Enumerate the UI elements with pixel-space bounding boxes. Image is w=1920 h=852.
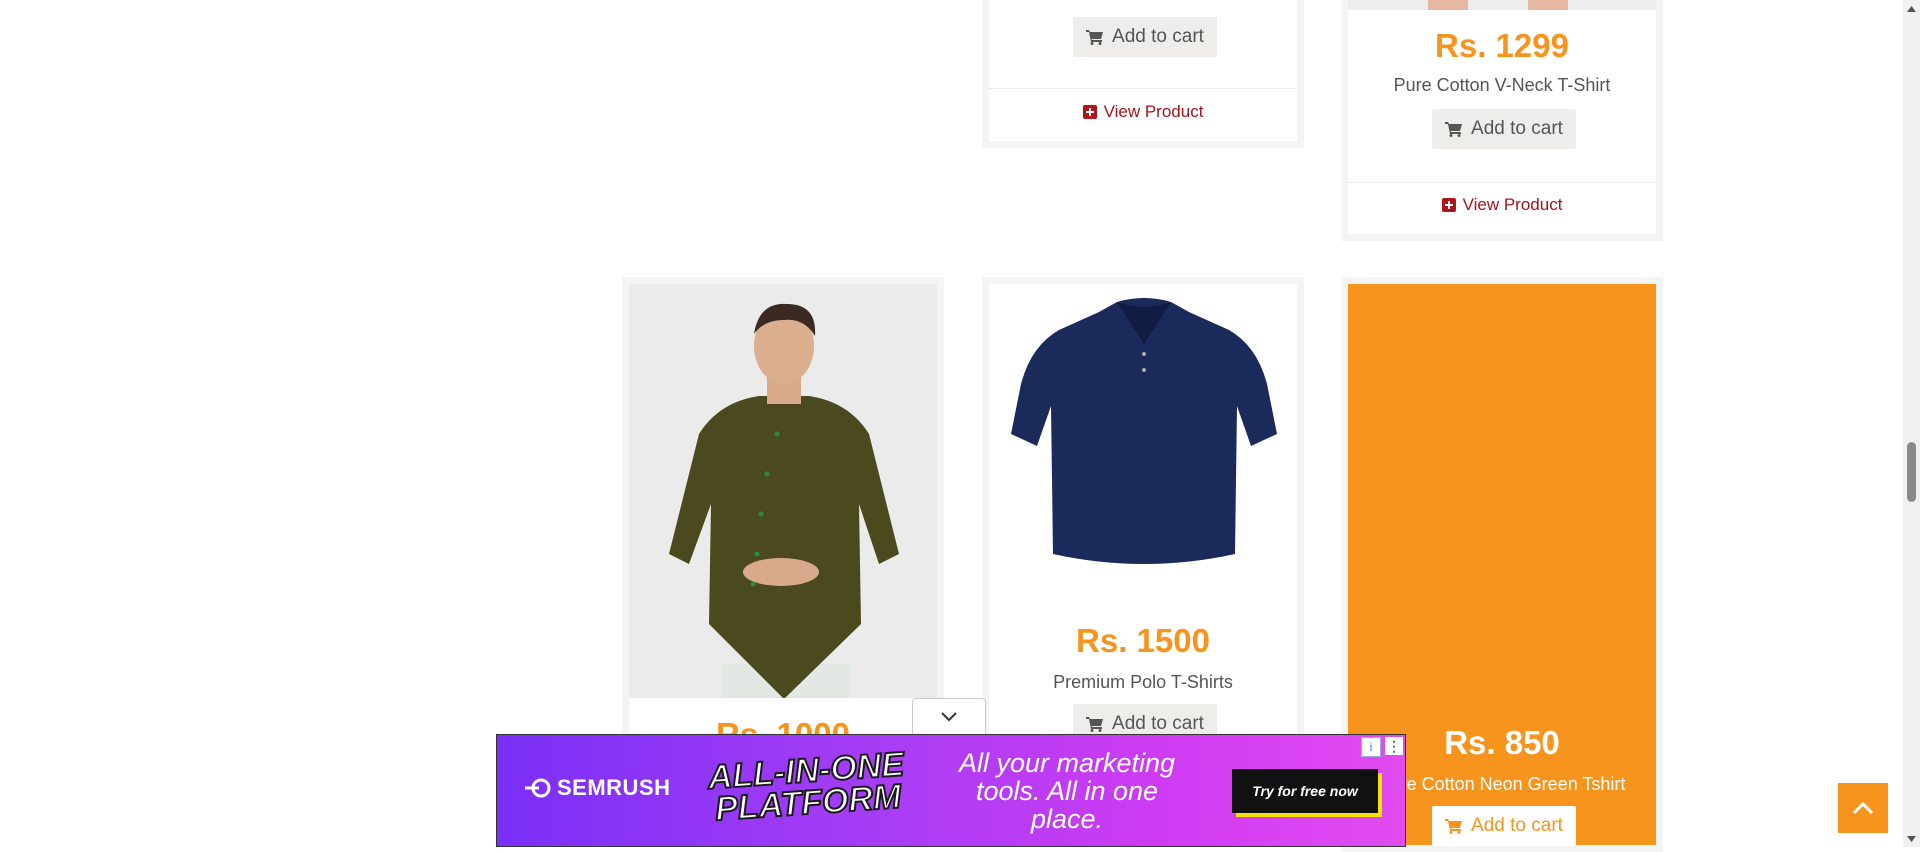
scroll-down-arrow-icon[interactable] (1903, 830, 1920, 847)
view-product-label: View Product (1103, 102, 1204, 121)
divider (989, 88, 1297, 89)
info-icon[interactable]: i (1361, 737, 1381, 757)
polo-shirt-image (1011, 298, 1277, 564)
chevron-down-icon (941, 712, 957, 722)
product-card-top-mid: Add to cart View Product (982, 0, 1304, 148)
product-price: Rs. 1500 (1076, 622, 1210, 659)
product-card-row2-mid: Rs. 1500 Premium Polo T-Shirts Add to ca… (982, 277, 1304, 747)
semrush-logo: SEMRUSH (525, 775, 671, 801)
ad-banner[interactable]: SEMRUSH ALL-IN-ONE PLATFORM All your mar… (496, 734, 1406, 847)
view-product-link[interactable]: View Product (989, 97, 1297, 127)
add-to-cart-button[interactable]: Add to cart (1432, 806, 1576, 846)
model-shirt-image (629, 284, 937, 698)
add-to-cart-button[interactable]: Add to cart (1073, 17, 1217, 57)
product-card-top-right: Rs. 1299 Pure Cotton V-Neck T-Shirt Add … (1341, 0, 1663, 241)
add-to-cart-button[interactable]: Add to cart (1432, 109, 1576, 149)
product-name: Premium Polo T-Shirts (1053, 672, 1233, 692)
back-to-top-button[interactable] (1838, 783, 1888, 833)
ad-copy: All your marketing tools. All in one pla… (958, 748, 1176, 834)
cart-icon (1445, 819, 1463, 834)
cart-icon (1086, 30, 1104, 45)
view-product-link[interactable]: View Product (1348, 190, 1656, 220)
add-to-cart-label: Add to cart (1112, 713, 1204, 734)
scrollbar-thumb[interactable] (1907, 442, 1916, 502)
ad-collapse-button[interactable] (912, 698, 986, 735)
product-image-partial (1348, 0, 1656, 10)
product-image[interactable] (629, 284, 937, 698)
cart-icon (1445, 122, 1463, 137)
product-image[interactable] (989, 284, 1297, 584)
add-to-cart-label: Add to cart (1471, 815, 1563, 836)
scroll-up-arrow-icon[interactable] (1903, 0, 1920, 17)
product-price: Rs. 1299 (1435, 27, 1569, 64)
product-card-row2-left: Rs. 1000 (622, 277, 944, 753)
plus-square-icon (1441, 198, 1456, 212)
cart-icon (1086, 717, 1104, 732)
divider (1348, 182, 1656, 183)
product-name: Pure Cotton V-Neck T-Shirt (1393, 75, 1611, 95)
plus-square-icon (1082, 105, 1097, 119)
chevron-up-icon (1852, 801, 1874, 815)
ad-brand: SEMRUSH (557, 775, 671, 800)
add-to-cart-label: Add to cart (1471, 118, 1563, 139)
ad-cta-button[interactable]: Try for free now (1232, 769, 1378, 813)
view-product-label: View Product (1462, 195, 1563, 214)
page-scrollbar[interactable] (1903, 0, 1920, 847)
add-to-cart-label: Add to cart (1112, 26, 1204, 47)
ad-headline: ALL-IN-ONE PLATFORM (706, 744, 907, 829)
more-vertical-icon[interactable]: ⋮ (1385, 737, 1403, 755)
semrush-flame-icon (525, 778, 551, 798)
